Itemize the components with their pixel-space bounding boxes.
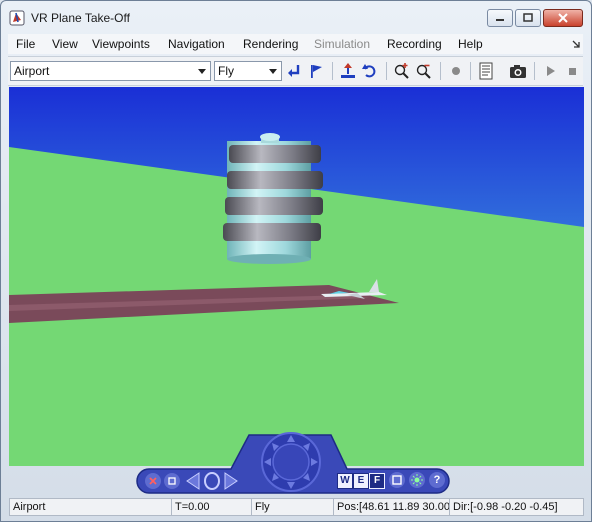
toolbar-separator bbox=[470, 62, 471, 80]
zoom-in-icon bbox=[394, 63, 409, 79]
menu-help[interactable]: Help bbox=[458, 37, 483, 51]
headlight-button[interactable] bbox=[409, 472, 425, 488]
fly-mode-button[interactable]: F bbox=[369, 473, 385, 489]
menu-simulation: Simulation bbox=[314, 37, 371, 51]
flag-icon bbox=[311, 65, 322, 78]
status-bar: Airport T=0.00 Fly Pos:[48.61 11.89 30.0… bbox=[9, 498, 584, 516]
straighten-button[interactable] bbox=[338, 61, 358, 81]
arrow-right-icon bbox=[224, 472, 238, 490]
record-button[interactable] bbox=[446, 61, 466, 81]
scene-tree-button[interactable] bbox=[476, 61, 496, 81]
minimize-icon bbox=[168, 477, 176, 485]
matlab-vr-icon bbox=[9, 10, 25, 26]
return-to-viewpoint-button[interactable] bbox=[284, 61, 304, 81]
close-icon bbox=[149, 477, 157, 485]
chevron-down-icon bbox=[269, 69, 277, 74]
close-nav-panel-button[interactable] bbox=[145, 473, 161, 489]
capture-frame-button[interactable] bbox=[508, 61, 528, 81]
window-title: VR Plane Take-Off bbox=[31, 11, 130, 25]
maximize-icon bbox=[523, 13, 533, 22]
create-viewpoint-button[interactable] bbox=[306, 61, 326, 81]
zoom-out-icon bbox=[416, 64, 431, 79]
vr-scene-viewport[interactable] bbox=[9, 87, 584, 466]
camera-icon bbox=[510, 65, 526, 78]
previous-viewpoint-button[interactable] bbox=[184, 471, 202, 491]
nav-help-button[interactable]: ? bbox=[429, 472, 445, 488]
close-icon bbox=[558, 13, 568, 23]
status-position: Pos:[48.61 11.89 30.00] bbox=[334, 499, 450, 515]
toolbar-separator bbox=[534, 62, 535, 80]
arrow-left-icon bbox=[186, 472, 200, 490]
return-arrow-icon bbox=[288, 65, 300, 77]
toolbar: Airport Fly bbox=[8, 56, 583, 86]
sun-icon bbox=[411, 474, 423, 486]
navigation-select[interactable]: Fly bbox=[214, 61, 282, 81]
square-icon bbox=[392, 475, 402, 485]
examine-mode-button[interactable]: E bbox=[353, 473, 369, 489]
menu-recording[interactable]: Recording bbox=[387, 37, 442, 51]
toolbar-separator bbox=[332, 62, 333, 80]
maximize-button[interactable] bbox=[515, 9, 541, 27]
close-window-button[interactable] bbox=[543, 9, 583, 27]
viewpoint-select[interactable]: Airport bbox=[10, 61, 211, 81]
zoom-out-button[interactable] bbox=[414, 61, 434, 81]
straighten-up-icon bbox=[341, 63, 355, 78]
go-to-default-viewpoint-button[interactable] bbox=[202, 471, 222, 491]
chevron-down-icon bbox=[198, 69, 206, 74]
title-bar: VR Plane Take-Off bbox=[1, 1, 591, 31]
stop-simulation-button[interactable] bbox=[562, 61, 582, 81]
straighten-nav-button[interactable] bbox=[389, 472, 405, 488]
control-tower bbox=[223, 133, 323, 264]
menu-rendering[interactable]: Rendering bbox=[243, 37, 298, 51]
vr-scene bbox=[9, 87, 584, 466]
menu-bar: File View Viewpoints Navigation Renderin… bbox=[8, 34, 583, 54]
stop-icon bbox=[569, 68, 576, 75]
play-icon bbox=[547, 66, 555, 76]
toolbar-separator bbox=[440, 62, 441, 80]
status-time: T=0.00 bbox=[172, 499, 252, 515]
undo-move-button[interactable] bbox=[360, 61, 380, 81]
menu-file[interactable]: File bbox=[16, 37, 35, 51]
scene-tree-icon bbox=[479, 62, 493, 80]
minimize-nav-panel-button[interactable] bbox=[164, 473, 180, 489]
navigation-select-value: Fly bbox=[218, 64, 234, 78]
minimize-button[interactable] bbox=[487, 9, 513, 27]
compass-wheel-icon bbox=[261, 432, 321, 492]
zoom-in-button[interactable] bbox=[392, 61, 412, 81]
menu-navigation[interactable]: Navigation bbox=[168, 37, 225, 51]
next-viewpoint-button[interactable] bbox=[222, 471, 240, 491]
record-icon bbox=[452, 67, 460, 75]
walk-mode-button[interactable]: W bbox=[337, 473, 353, 489]
navigation-wheel[interactable] bbox=[255, 431, 327, 493]
menu-viewpoints[interactable]: Viewpoints bbox=[92, 37, 150, 51]
dock-arrow-icon[interactable] bbox=[571, 39, 581, 49]
status-direction: Dir:[-0.98 -0.20 -0.45] bbox=[453, 501, 558, 513]
app-window: VR Plane Take-Off File View Viewpoints N… bbox=[0, 0, 592, 522]
circle-icon bbox=[204, 472, 220, 490]
status-nav-mode: Fly bbox=[252, 499, 334, 515]
menu-view[interactable]: View bbox=[52, 37, 78, 51]
toolbar-separator bbox=[386, 62, 387, 80]
viewpoint-select-value: Airport bbox=[14, 64, 50, 78]
status-viewpoint: Airport bbox=[10, 499, 172, 515]
minimize-icon bbox=[496, 19, 504, 21]
undo-move-icon bbox=[362, 64, 376, 78]
start-simulation-button[interactable] bbox=[540, 61, 560, 81]
